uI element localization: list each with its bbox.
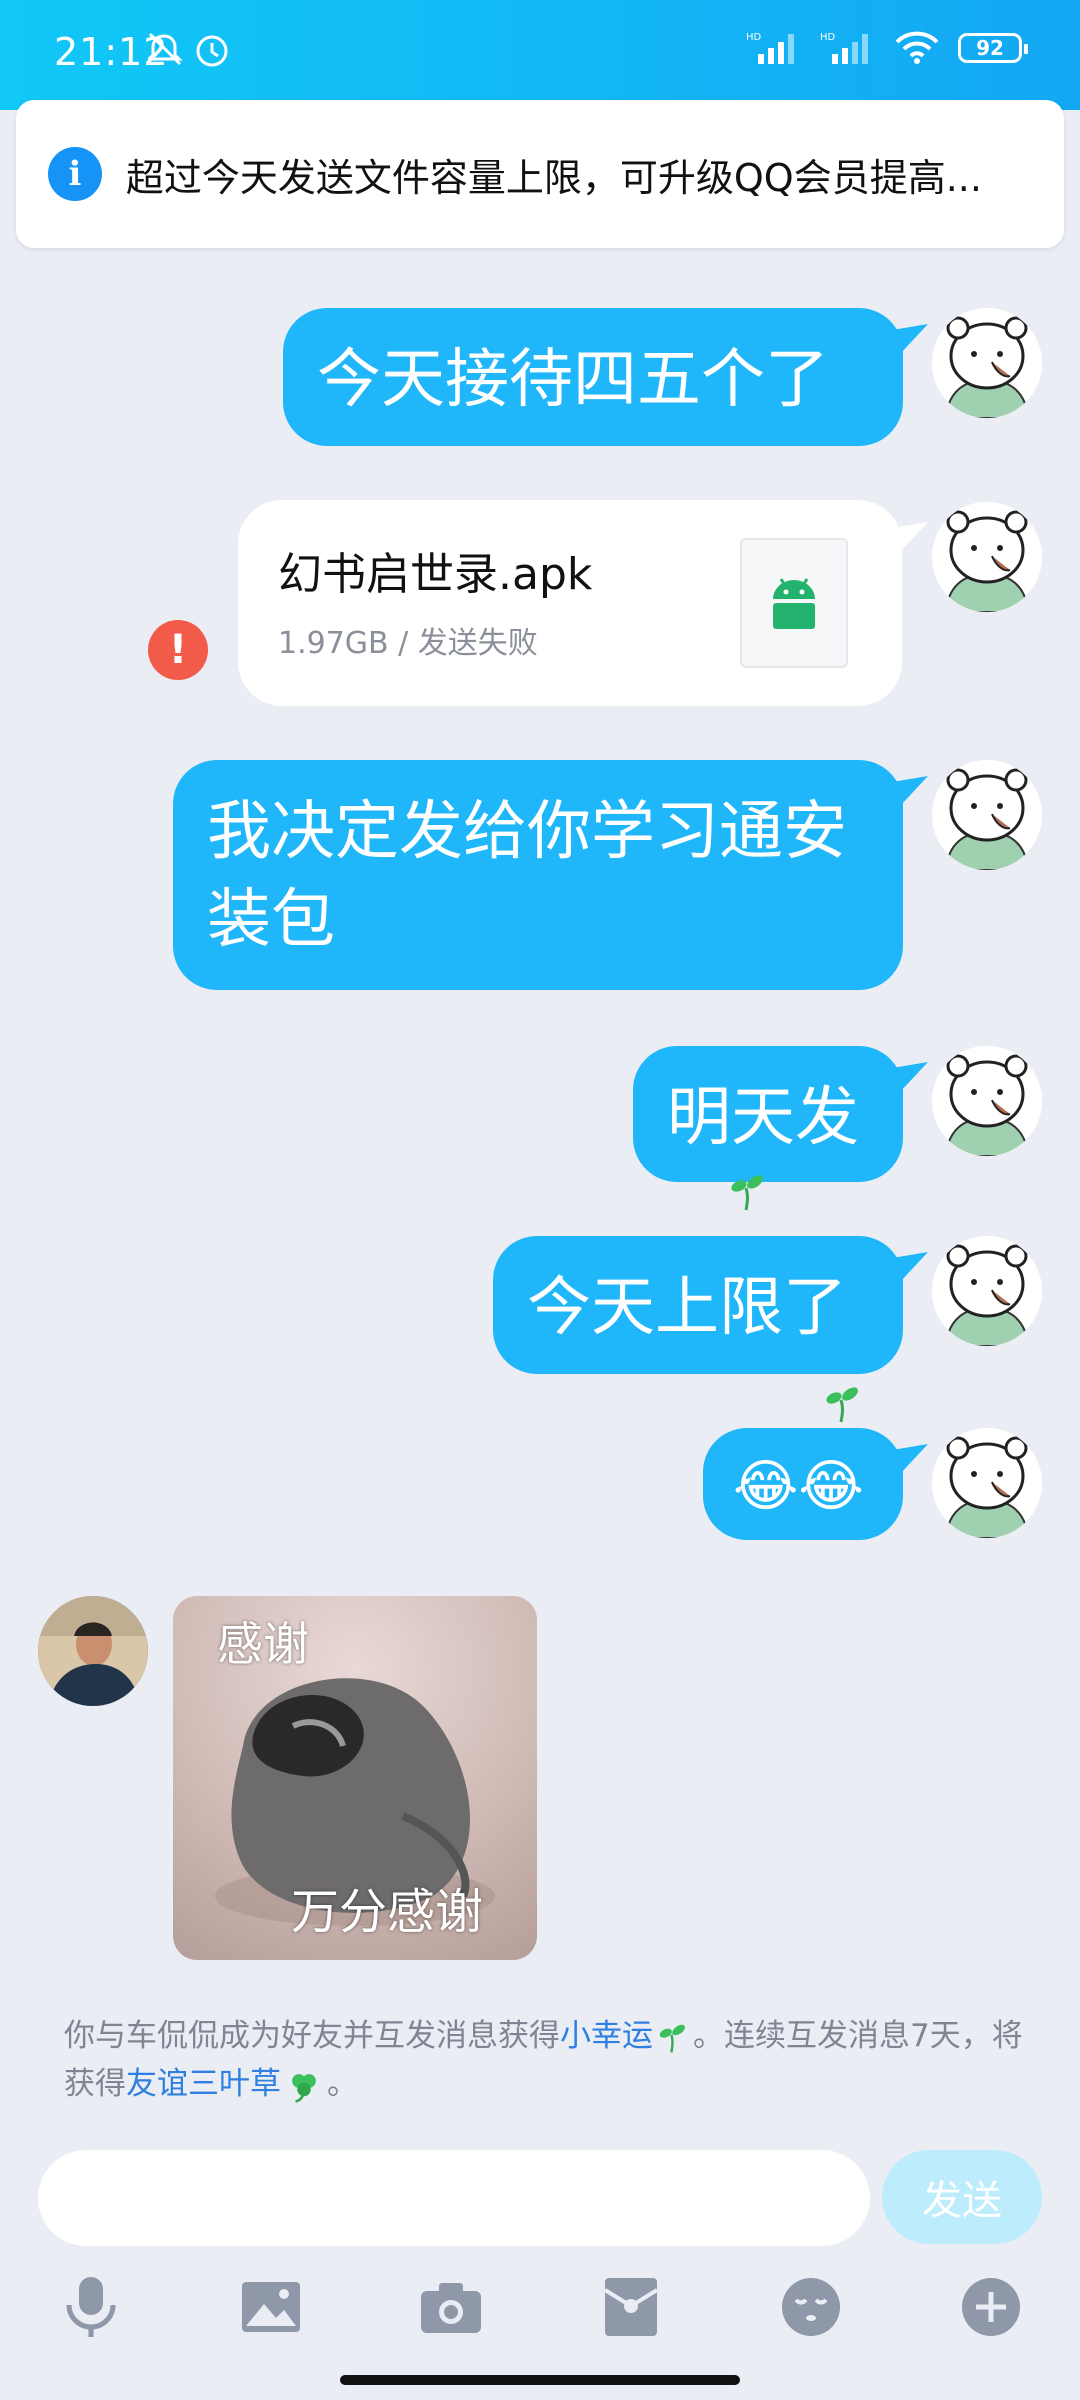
system-text-3: 。 xyxy=(327,2066,358,2103)
signal-icon: HD xyxy=(746,32,794,64)
self-avatar[interactable] xyxy=(932,1046,1042,1156)
send-failed-icon[interactable]: ! xyxy=(148,620,208,680)
friend-avatar[interactable] xyxy=(38,1596,148,1706)
file-name: 幻书启世录.apk xyxy=(278,549,593,600)
self-avatar[interactable] xyxy=(932,1428,1042,1538)
message-text: 今天接待四五个了 xyxy=(317,343,829,417)
message-text: 今天上限了 xyxy=(527,1271,847,1345)
input-toolbar xyxy=(0,2262,1080,2362)
image-icon xyxy=(242,2282,300,2332)
bubble-tail-icon xyxy=(892,776,928,806)
mic-button[interactable] xyxy=(56,2272,126,2342)
red-packet-icon xyxy=(603,2278,659,2336)
bubble-tail-icon xyxy=(892,1252,928,1282)
android-icon xyxy=(773,578,815,629)
svg-text:HD: HD xyxy=(820,32,836,43)
bear-avatar-icon xyxy=(932,1046,1042,1156)
status-right-icons: HD HD 92 xyxy=(746,30,1028,66)
bear-avatar-icon xyxy=(932,308,1042,418)
sprout-icon xyxy=(826,1387,858,1423)
wifi-icon xyxy=(895,31,939,64)
plus-icon xyxy=(962,2278,1020,2336)
message-bubble[interactable]: 我决定发给你学习通安装包 xyxy=(173,760,903,990)
image-button[interactable] xyxy=(236,2272,306,2342)
bear-avatar-icon xyxy=(932,1236,1042,1346)
bear-avatar-icon xyxy=(932,760,1042,870)
sticker-caption-bottom: 万分感谢 xyxy=(291,1884,484,1940)
file-message-card[interactable]: 幻书启世录.apk 1.97GB / 发送失败 xyxy=(238,500,902,706)
signal-2-icon: HD xyxy=(820,32,868,64)
sprout-icon xyxy=(731,1175,763,1211)
system-message: 你与车侃侃成为好友并互发消息获得小幸运 。连续互发消息7天，将获得友谊三叶草 。 xyxy=(64,2012,1024,2108)
send-button[interactable]: 发送 xyxy=(882,2150,1042,2244)
camera-icon xyxy=(421,2283,481,2333)
link-friendship-clover[interactable]: 友谊三叶草 xyxy=(126,2066,281,2102)
emoji-text: 😂😂 xyxy=(733,1454,864,1519)
bubble-tail-icon xyxy=(892,1444,928,1474)
person-avatar-icon xyxy=(38,1596,148,1706)
sticker-image[interactable]: 感谢 万分感谢 xyxy=(173,1596,537,1960)
mute-alarm-icon xyxy=(145,32,228,67)
bubble-tail-icon xyxy=(892,324,928,354)
file-meta: 1.97GB / 发送失败 xyxy=(278,626,538,661)
svg-text:HD: HD xyxy=(746,32,762,43)
emoji-message-bubble[interactable]: 😂😂 xyxy=(703,1428,903,1540)
sticker-caption-top: 感谢 xyxy=(217,1617,309,1671)
emoji-button[interactable] xyxy=(776,2272,846,2342)
banner-text: 超过今天发送文件容量上限，可升级QQ会员提高... xyxy=(125,155,982,200)
camera-button[interactable] xyxy=(416,2272,486,2342)
link-lucky[interactable]: 小幸运 xyxy=(560,2018,653,2054)
status-bar: 21:12 HD HD 92 xyxy=(0,0,1080,110)
apk-file-thumbnail xyxy=(740,538,848,668)
self-avatar[interactable] xyxy=(932,1236,1042,1346)
home-indicator[interactable] xyxy=(340,2375,740,2385)
bear-avatar-icon xyxy=(932,502,1042,612)
battery-indicator: 92 xyxy=(958,33,1028,63)
message-input[interactable] xyxy=(38,2150,870,2246)
self-avatar[interactable] xyxy=(932,502,1042,612)
mic-icon xyxy=(66,2277,116,2337)
bear-avatar-icon xyxy=(932,1428,1042,1538)
red-packet-button[interactable] xyxy=(596,2272,666,2342)
info-icon: i xyxy=(48,147,102,201)
emoji-icon xyxy=(782,2278,840,2336)
bubble-tail-icon xyxy=(892,522,928,552)
message-text: 明天发 xyxy=(667,1081,859,1155)
message-text: 我决定发给你学习通安装包 xyxy=(207,795,847,958)
more-button[interactable] xyxy=(956,2272,1026,2342)
sprout-icon xyxy=(659,2024,685,2053)
message-bubble[interactable]: 明天发 xyxy=(633,1046,903,1182)
notice-banner[interactable]: i 超过今天发送文件容量上限，可升级QQ会员提高... xyxy=(16,100,1064,248)
self-avatar[interactable] xyxy=(932,308,1042,418)
bubble-tail-icon xyxy=(892,1062,928,1092)
system-text-1: 你与车侃侃成为好友并互发消息获得 xyxy=(64,2018,560,2054)
message-bubble[interactable]: 今天上限了 xyxy=(493,1236,903,1374)
self-avatar[interactable] xyxy=(932,760,1042,870)
clover-icon xyxy=(292,2073,316,2103)
status-left-icons xyxy=(145,30,258,74)
message-bubble[interactable]: 今天接待四五个了 xyxy=(283,308,903,446)
